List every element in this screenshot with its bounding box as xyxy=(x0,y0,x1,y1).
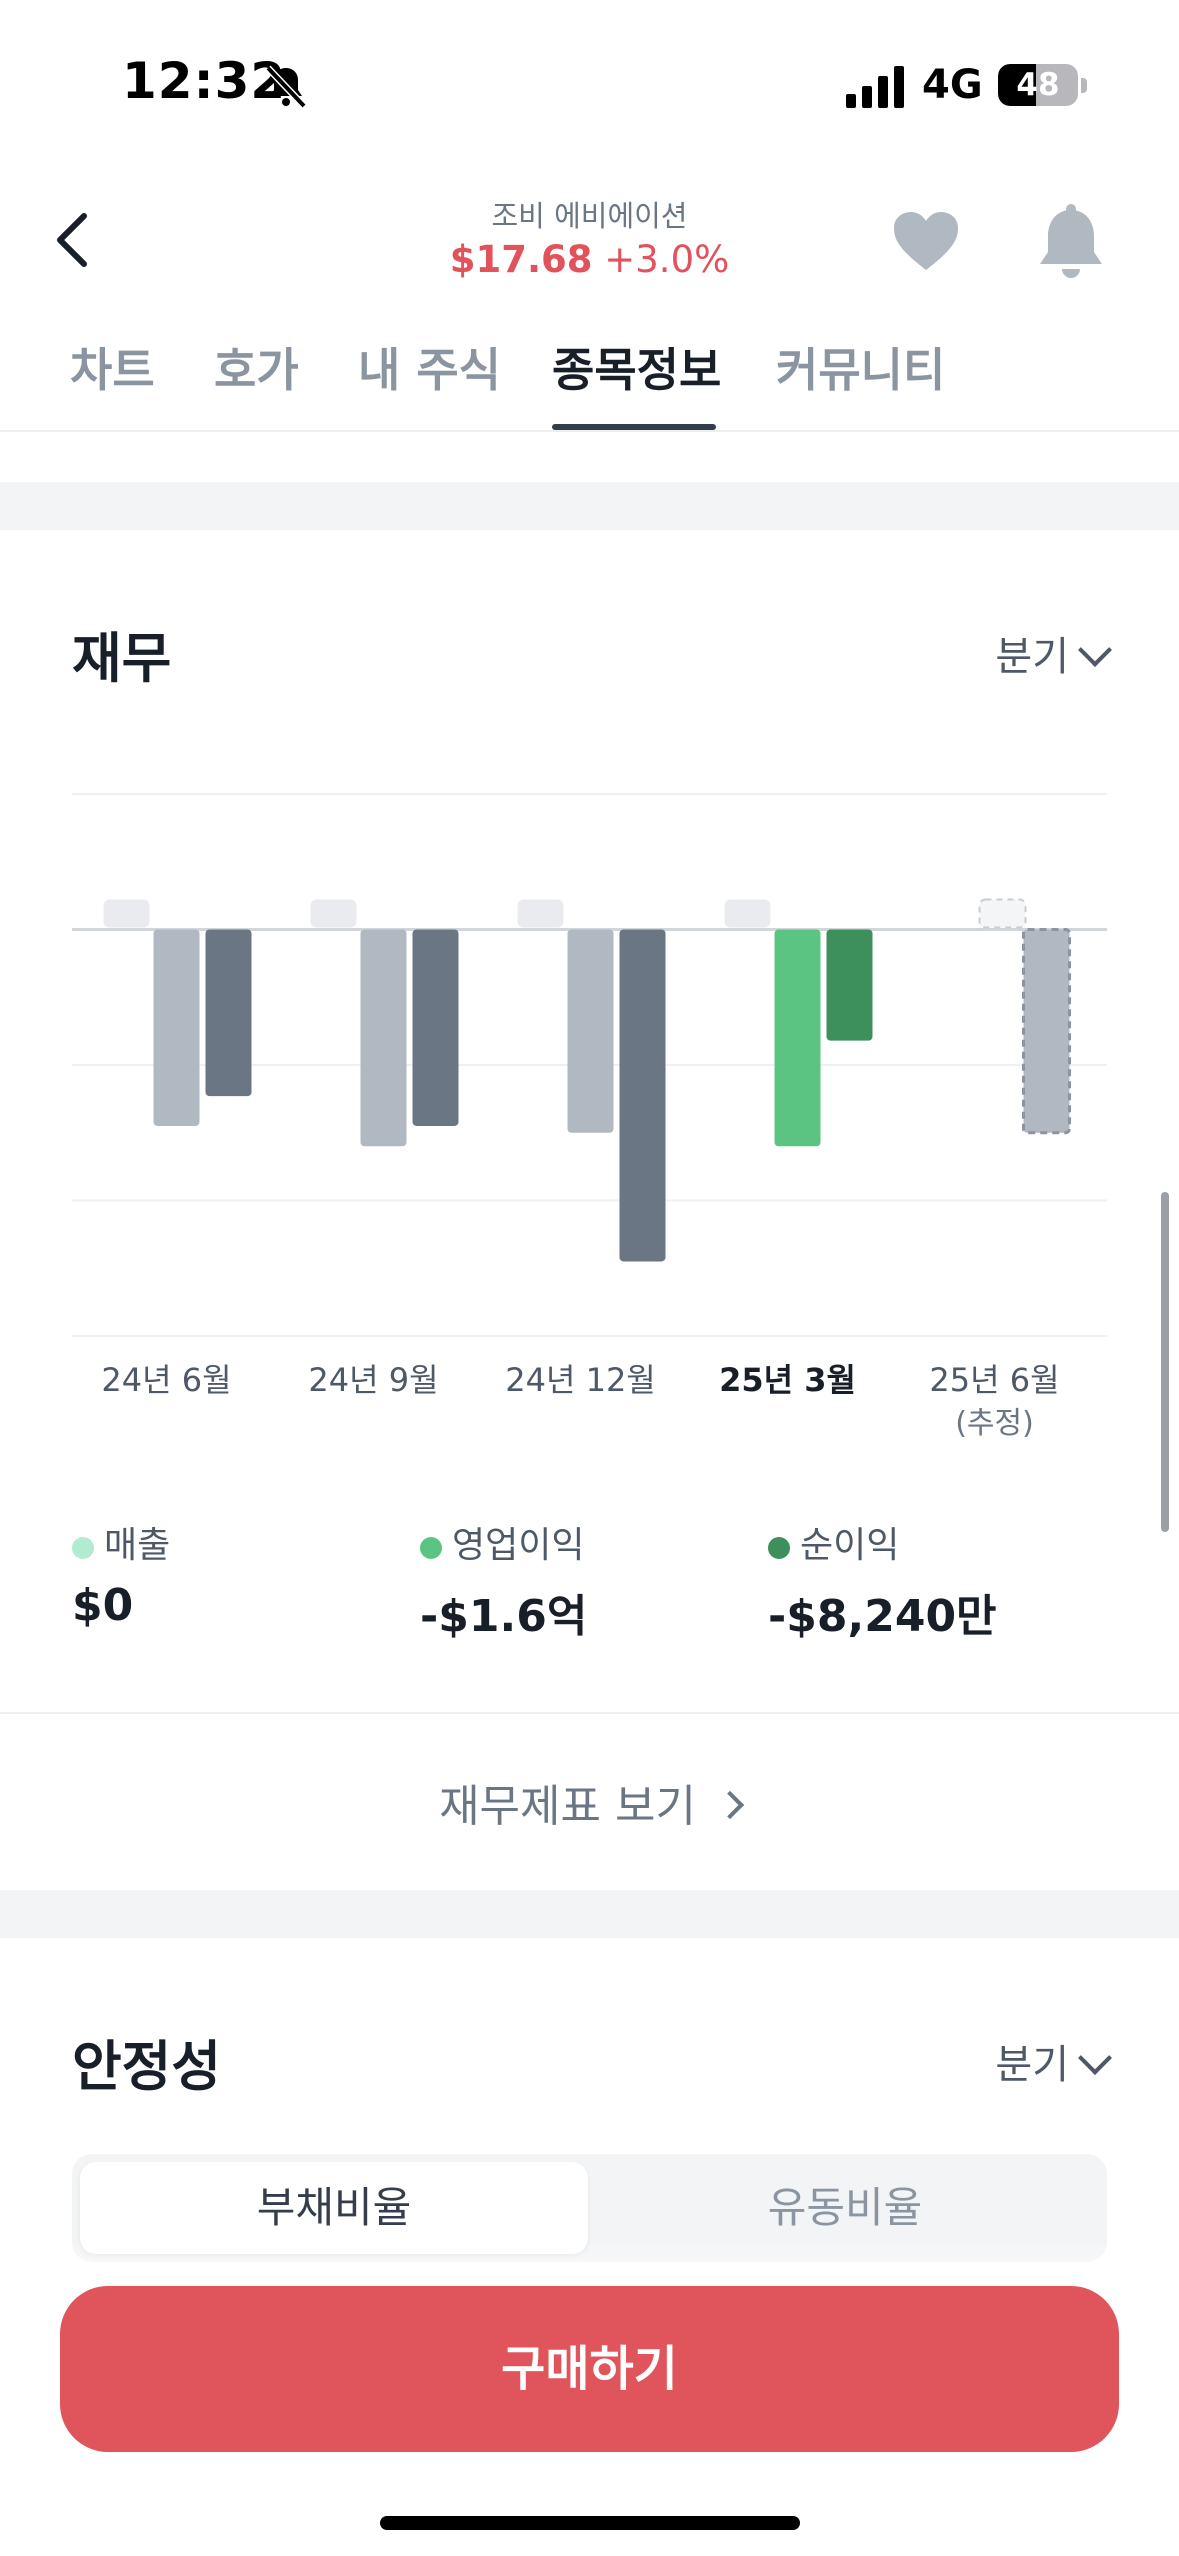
x-axis-label: 24년 12월 xyxy=(505,1361,656,1399)
legend-dot-revenue xyxy=(72,1537,94,1559)
bar-net-income xyxy=(412,929,459,1126)
battery-tip xyxy=(1081,78,1087,93)
legend-dot-net-income xyxy=(768,1537,790,1559)
legend-net-income: 순이익 xyxy=(768,1516,899,1568)
view-financial-statements-link[interactable]: 재무제표 보기 xyxy=(0,1770,1179,1834)
battery-icon: 48 xyxy=(998,64,1078,106)
bar-net-income xyxy=(205,929,252,1097)
legend-value-operating-income: -$1.6억 xyxy=(420,1591,588,1642)
stock-price-line: $17.68 +3.0% xyxy=(0,238,1179,281)
stock-change: +3.0% xyxy=(604,238,730,281)
stability-period-label: 분기 xyxy=(995,2042,1069,2088)
x-axis-label: 25년 6월 (추정) xyxy=(895,1358,1095,1446)
chevron-down-icon xyxy=(1078,2041,1112,2075)
bar-net-income xyxy=(619,929,666,1262)
legend-revenue: 매출 xyxy=(72,1516,170,1568)
chevron-down-icon xyxy=(1078,633,1112,667)
bar-operating-income-estimate xyxy=(1022,928,1071,1135)
divider-line xyxy=(0,1712,1179,1714)
alarm-bell-button[interactable] xyxy=(1036,202,1106,280)
home-indicator xyxy=(380,2516,800,2530)
cellular-signal-icon xyxy=(846,66,904,108)
bell-off-icon xyxy=(265,65,307,109)
bar-operating-income xyxy=(774,929,821,1147)
stock-price: $17.68 xyxy=(449,238,593,281)
finance-bar-chart xyxy=(72,793,1107,1337)
finance-title: 재무 xyxy=(72,627,172,690)
legend-value-revenue: $0 xyxy=(72,1580,134,1631)
legend-value-net-income: -$8,240만 xyxy=(768,1591,997,1642)
legend-dot-operating-income xyxy=(420,1537,442,1559)
tab-chart[interactable]: 차트 xyxy=(70,334,155,400)
legend-label-net-income: 순이익 xyxy=(800,1525,900,1566)
bar-operating-income xyxy=(567,929,614,1133)
tab-community[interactable]: 커뮤니티 xyxy=(776,334,945,400)
legend-label-revenue: 매출 xyxy=(104,1525,171,1566)
section-divider-2 xyxy=(0,1890,1179,1938)
legend-label-operating-income: 영업이익 xyxy=(452,1525,585,1566)
network-type: 4G xyxy=(922,62,983,108)
bar-revenue xyxy=(517,899,564,928)
stability-title: 안정성 xyxy=(72,2035,222,2098)
x-axis-label: 24년 6월 xyxy=(101,1361,232,1399)
favorite-heart-button[interactable] xyxy=(890,206,962,278)
x-axis-label: 25년 3월 xyxy=(719,1361,856,1399)
bar-operating-income xyxy=(153,929,200,1126)
finance-period-select[interactable]: 분기 xyxy=(995,624,1112,682)
chevron-right-icon xyxy=(715,1790,745,1820)
bar-revenue xyxy=(310,899,357,928)
bar-revenue xyxy=(103,899,150,928)
finance-period-label: 분기 xyxy=(995,634,1069,680)
section-divider xyxy=(0,482,1179,530)
bar-revenue xyxy=(724,899,771,928)
bar-net-income xyxy=(826,929,873,1041)
tab-orderbook[interactable]: 호가 xyxy=(214,334,299,400)
stock-name: 조비 에비에이션 xyxy=(491,199,688,233)
statements-link-label: 재무제표 보기 xyxy=(439,1781,696,1832)
legend-operating-income: 영업이익 xyxy=(420,1516,584,1568)
tab-stock-info[interactable]: 종목정보 xyxy=(552,334,721,400)
status-bar: 12:32 4G 48 xyxy=(0,0,1179,170)
active-tab-indicator xyxy=(552,424,716,430)
tab-my-stock[interactable]: 내 주식 xyxy=(358,334,501,400)
scrollbar[interactable] xyxy=(1161,1192,1169,1532)
x-axis-label: 24년 9월 xyxy=(308,1361,439,1399)
battery-level: 48 xyxy=(1016,67,1060,103)
buy-button[interactable]: 구매하기 xyxy=(60,2286,1119,2452)
bar-operating-income xyxy=(360,929,407,1147)
x-axis-label-note: (추정) xyxy=(955,1406,1034,1441)
stock-tabs: 차트 호가 내 주식 종목정보 커뮤니티 xyxy=(0,320,1179,432)
stability-period-select[interactable]: 분기 xyxy=(995,2032,1112,2090)
bar-revenue xyxy=(978,898,1027,929)
